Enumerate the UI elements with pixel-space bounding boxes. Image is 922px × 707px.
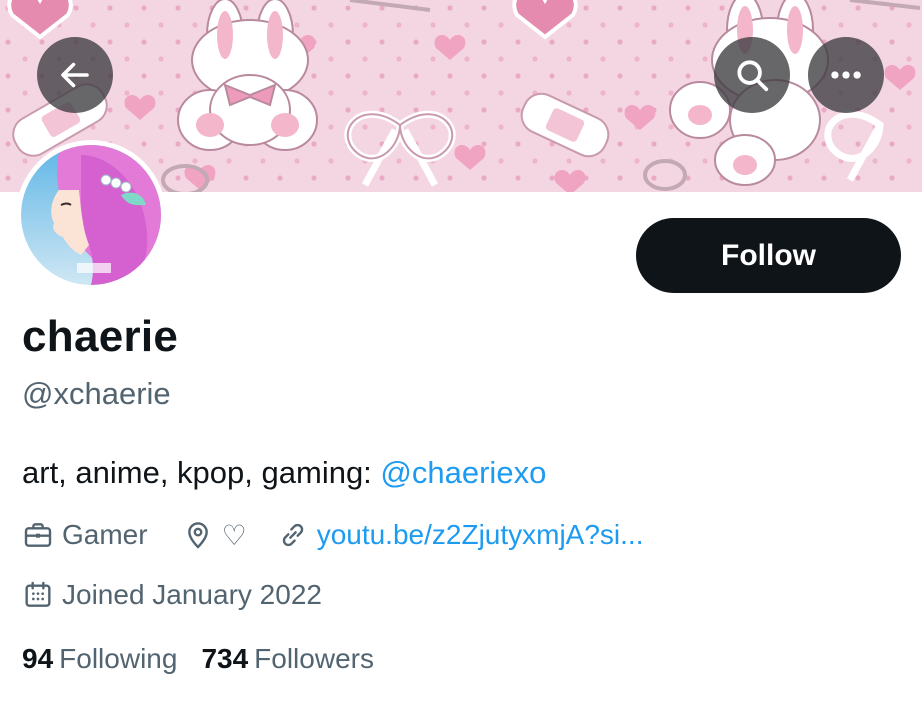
location-item: ♡ (182, 519, 247, 552)
follow-stats: 94 Following 734 Followers (22, 643, 374, 675)
joined-text: Joined January 2022 (62, 579, 322, 610)
avatar[interactable] (16, 140, 166, 290)
following-stat[interactable]: 94 Following (22, 643, 177, 675)
category-text: Gamer (62, 519, 148, 550)
bio: art, anime, kpop, gaming: @chaeriexo (22, 455, 546, 491)
more-button[interactable] (808, 37, 884, 113)
search-icon (737, 60, 769, 92)
bio-mention-link[interactable]: @chaeriexo (380, 455, 546, 490)
user-handle: @xchaerie (22, 376, 171, 411)
following-label: Following (59, 643, 178, 674)
more-horizontal-icon (831, 71, 861, 79)
back-button[interactable] (37, 37, 113, 113)
following-count: 94 (22, 643, 54, 674)
followers-stat[interactable]: 734 Followers (201, 643, 374, 675)
joined-row: Joined January 2022 (22, 575, 322, 615)
followers-label: Followers (254, 643, 374, 674)
location-pin-icon (187, 522, 208, 549)
arrow-left-icon (61, 62, 89, 88)
followers-count: 734 (201, 643, 249, 674)
briefcase-icon (24, 523, 52, 547)
website-item[interactable]: youtu.be/z2ZjutyxmjA?si... (277, 519, 644, 551)
website-link[interactable]: youtu.be/z2ZjutyxmjA?si... (317, 519, 644, 551)
search-button[interactable] (714, 37, 790, 113)
avatar-image (21, 145, 161, 285)
joined-item: Joined January 2022 (22, 579, 322, 611)
display-name: chaerie (22, 312, 179, 361)
follow-button[interactable]: Follow (636, 218, 901, 293)
category-item: Gamer (22, 519, 148, 551)
link-icon (282, 523, 303, 547)
profile-meta-row: Gamer ♡ youtu.be/z2ZjutyxmjA?si... (22, 515, 644, 555)
location-text: ♡ (221, 519, 247, 551)
calendar-icon (25, 581, 51, 607)
bio-text: art, anime, kpop, gaming: (22, 455, 381, 490)
